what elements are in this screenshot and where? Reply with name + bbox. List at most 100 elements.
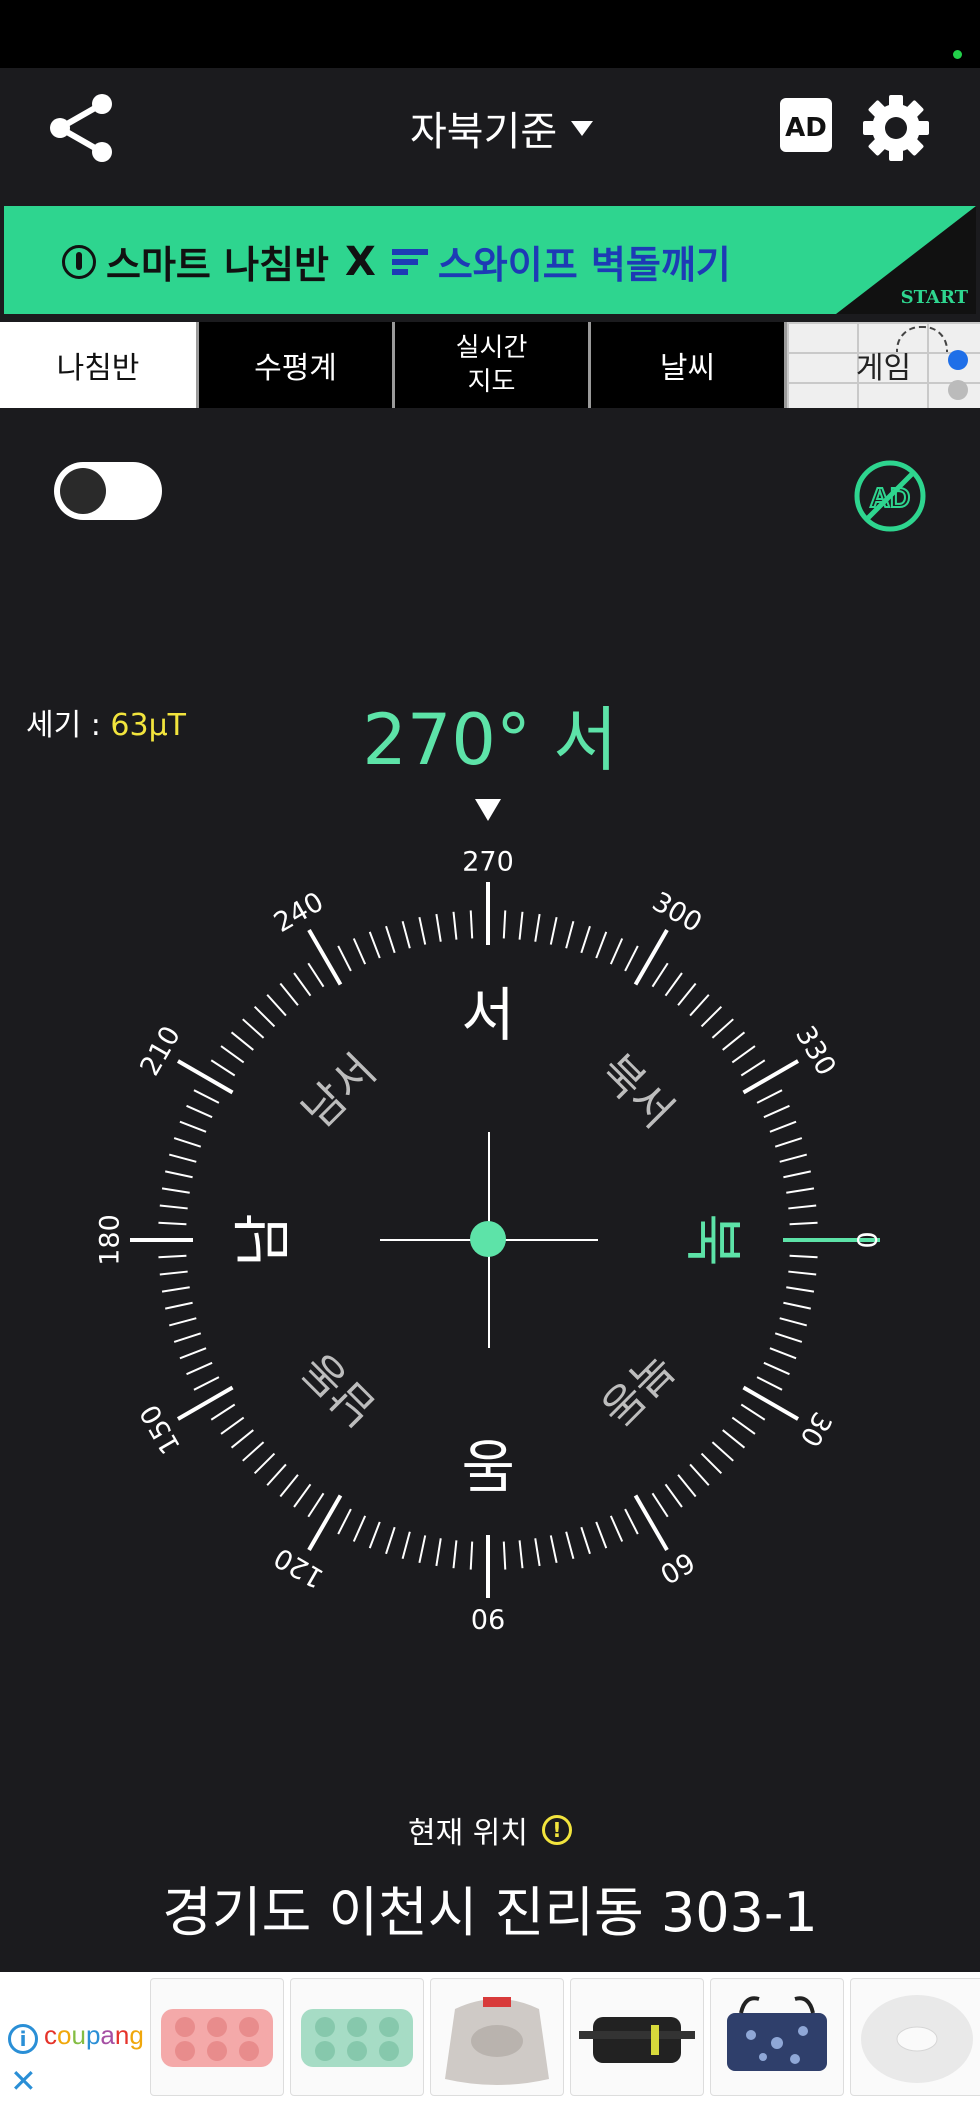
minor-tick xyxy=(165,1301,193,1310)
minor-tick xyxy=(418,1535,427,1563)
minor-tick xyxy=(549,917,558,945)
minor-tick xyxy=(677,982,697,1006)
minor-tick xyxy=(307,962,325,988)
tab-game[interactable]: 게임 xyxy=(784,322,980,408)
ball-icon xyxy=(948,350,968,370)
minor-tick xyxy=(779,1153,808,1163)
tab-compass[interactable]: 나침반 xyxy=(0,322,196,408)
minor-tick xyxy=(740,1059,766,1077)
minor-tick xyxy=(220,1416,245,1435)
minor-tick xyxy=(624,945,639,972)
no-ad-icon: AD xyxy=(854,460,926,532)
product-image xyxy=(301,2009,413,2067)
minor-tick xyxy=(210,1059,236,1077)
info-icon[interactable]: i xyxy=(8,2024,38,2054)
ball-icon xyxy=(948,380,968,400)
degree-label: 270 xyxy=(462,847,514,878)
minor-tick xyxy=(173,1137,202,1148)
minor-tick xyxy=(179,1347,207,1360)
minor-tick xyxy=(435,1538,442,1567)
minor-tick xyxy=(385,925,396,954)
major-tick xyxy=(176,1385,234,1421)
level-bubble xyxy=(470,1221,506,1257)
minor-tick xyxy=(452,1540,458,1569)
minor-tick xyxy=(242,1018,265,1039)
degree-label: 210 xyxy=(134,1021,187,1081)
minor-tick xyxy=(731,1416,756,1435)
minor-tick xyxy=(307,1492,325,1518)
minor-tick xyxy=(783,1170,811,1179)
minor-tick xyxy=(165,1170,193,1179)
minor-tick xyxy=(689,994,710,1017)
minor-tick xyxy=(565,920,575,949)
product-image xyxy=(727,1996,827,2071)
degree-label: 330 xyxy=(789,1021,842,1081)
product-baby-seat[interactable] xyxy=(430,1978,564,2096)
degree-label: 60 xyxy=(654,1545,699,1589)
cardinal-label: 동 xyxy=(461,1431,514,1499)
heading-marker-icon xyxy=(475,799,501,821)
minor-tick xyxy=(266,994,287,1017)
product-image xyxy=(861,1995,973,2083)
minor-tick xyxy=(352,1515,367,1542)
product-silicone-tray-mint[interactable] xyxy=(290,1978,424,2096)
intercardinal-label: 남서 xyxy=(293,1045,386,1138)
tab-bar: 나침반 수평계 실시간 지도 날씨 게임 xyxy=(0,322,980,408)
tab-level[interactable]: 수평계 xyxy=(196,322,392,408)
mode-toggle[interactable] xyxy=(54,462,162,520)
logo-letter: c xyxy=(44,2020,57,2050)
minor-tick xyxy=(279,982,299,1006)
north-mode-dropdown[interactable]: 자북기준 xyxy=(410,98,594,158)
product-stroller-organizer[interactable] xyxy=(710,1978,844,2096)
minor-tick xyxy=(700,1005,723,1028)
toggle-knob xyxy=(60,468,106,514)
minor-tick xyxy=(689,1463,710,1486)
product-cushion[interactable] xyxy=(850,1978,980,2096)
minor-tick xyxy=(651,1492,669,1518)
coupang-ad-brand[interactable]: i coupang ✕ xyxy=(4,1974,144,2100)
ad-strip: i coupang ✕ xyxy=(0,1972,980,2101)
banner-x: X xyxy=(345,238,376,285)
warning-icon[interactable]: ! xyxy=(541,1815,572,1845)
logo-letter: u xyxy=(71,2020,86,2050)
banner-text: 스마트 나침반 X 스와이프 벽돌깨기 xyxy=(62,234,731,289)
minor-tick xyxy=(774,1137,803,1148)
minor-tick xyxy=(595,931,608,959)
status-indicator-icon xyxy=(953,50,962,59)
minor-tick xyxy=(789,1254,818,1259)
minor-tick xyxy=(722,1031,746,1051)
promo-banner[interactable]: 스마트 나침반 X 스와이프 벽돌깨기 START xyxy=(4,206,976,314)
product-image xyxy=(161,2009,273,2067)
minor-tick xyxy=(193,1376,220,1391)
tab-live-map[interactable]: 실시간 지도 xyxy=(392,322,588,408)
tab-weather[interactable]: 날씨 xyxy=(588,322,784,408)
close-icon[interactable]: ✕ xyxy=(10,2062,37,2100)
minor-tick xyxy=(230,1429,254,1449)
settings-button[interactable] xyxy=(862,94,930,162)
minor-tick xyxy=(159,1204,188,1210)
minor-tick xyxy=(253,1005,276,1028)
minor-tick xyxy=(769,1120,797,1133)
minor-tick xyxy=(401,1531,411,1560)
minor-tick xyxy=(722,1429,746,1449)
share-button[interactable] xyxy=(46,92,118,164)
intercardinal-label: 남동 xyxy=(293,1342,386,1435)
minor-tick xyxy=(186,1361,213,1376)
degree-label: 240 xyxy=(269,886,329,939)
top-bar: 자북기준 AD xyxy=(0,68,980,204)
remove-ads-button[interactable]: AD xyxy=(852,458,928,534)
minor-tick xyxy=(230,1031,254,1051)
minor-tick xyxy=(580,925,591,954)
ad-button[interactable]: AD xyxy=(780,98,832,152)
product-waist-bag[interactable] xyxy=(570,1978,704,2096)
degree-label: 30 xyxy=(793,1406,837,1451)
compass-dial[interactable]: 0306090120150180210240270300330북동남서북동남동남… xyxy=(90,785,890,1665)
minor-tick xyxy=(664,972,683,997)
product-silicone-tray-pink[interactable] xyxy=(150,1978,284,2096)
arc-icon xyxy=(896,326,948,352)
minor-tick xyxy=(534,913,541,942)
minor-tick xyxy=(595,1521,608,1549)
minor-tick xyxy=(266,1463,287,1486)
minor-tick xyxy=(161,1286,190,1293)
minor-tick xyxy=(253,1452,276,1475)
